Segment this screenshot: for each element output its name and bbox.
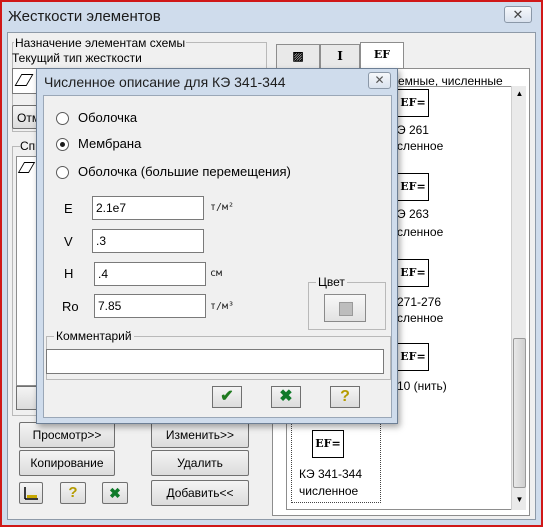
numeric-description-dialog: Численное описание для КЭ 341-344 ✕ Обол… [36, 68, 398, 424]
list-item-line1: Э 263 [397, 207, 429, 221]
main-help-button[interactable]: ? [60, 482, 86, 504]
add-button[interactable]: Добавить<< [151, 480, 249, 506]
dialog-help-button[interactable]: ? [330, 386, 360, 408]
comment-group-label: Комментарий [54, 329, 134, 343]
ef-icon: EF= [397, 173, 429, 201]
main-title: Жесткости элементов [8, 8, 161, 25]
selected-item-frame[interactable]: EF= КЭ 341-344 численное [291, 419, 381, 503]
dialog-title-bar: Численное описание для КЭ 341-344 [37, 69, 397, 95]
list-item-line1: КЭ 341-344 [299, 467, 362, 481]
param-e-label: E [64, 201, 73, 216]
radio-membrane-circle[interactable] [56, 138, 69, 151]
param-h-unit: см [210, 268, 223, 279]
param-ro-unit: т/м³ [210, 301, 235, 312]
radio-shell-large-label: Оболочка (большие перемещения) [78, 164, 291, 179]
radio-shell-label: Оболочка [78, 110, 138, 125]
tab-section[interactable]: ▨ [276, 44, 320, 68]
list-item-line2: сленное [397, 225, 444, 239]
ef-icon: EF= [397, 343, 429, 371]
param-ro-label: Ro [62, 299, 79, 314]
list-item-line1: 10 (нить) [397, 379, 447, 393]
ef-icon: EF= [397, 259, 429, 287]
view-button[interactable]: Просмотр>> [19, 422, 115, 448]
list-partial-button[interactable] [16, 386, 38, 410]
change-button[interactable]: Изменить>> [151, 422, 249, 448]
param-h-label: H [64, 266, 74, 281]
param-e-unit: т/м² [210, 202, 235, 213]
scroll-thumb[interactable] [513, 338, 526, 488]
main-cancel-button[interactable]: ✖ [102, 482, 128, 504]
scroll-up-icon[interactable]: ▲ [513, 86, 526, 101]
plate-icon [14, 74, 34, 86]
scroll-down-icon[interactable]: ▼ [513, 492, 526, 507]
tab-numeric[interactable]: EF [360, 42, 404, 70]
chart-icon [24, 487, 38, 500]
dialog-client-area: Оболочка Мембрана Оболочка (большие пере… [43, 95, 392, 418]
list-item-line2: сленное [397, 139, 444, 153]
radio-shell[interactable]: Оболочка [56, 110, 176, 128]
main-close-button[interactable]: ✕ [504, 6, 532, 23]
tab-beam[interactable]: I [320, 44, 360, 68]
radio-shell-large-circle[interactable] [56, 166, 69, 179]
param-ro-input[interactable]: 7.85 [94, 294, 206, 318]
param-v-label: V [64, 234, 73, 249]
list-item-line1: Э 261 [397, 123, 429, 137]
param-v-input[interactable]: .3 [92, 229, 204, 253]
list-item-line1: 271-276 [397, 295, 442, 309]
copy-button[interactable]: Копирование [19, 450, 115, 476]
list-item-line2: сленное [397, 311, 444, 325]
dialog-ok-button[interactable]: ✔ [212, 386, 242, 408]
color-button[interactable] [324, 294, 366, 322]
assignment-group-label: Назначение элементам схемы [14, 36, 187, 50]
radio-membrane[interactable]: Мембрана [56, 136, 176, 154]
list-scrollbar[interactable]: ▲ ▼ [511, 86, 526, 510]
radio-membrane-label: Мембрана [78, 136, 142, 151]
param-e-input[interactable]: 2.1e7 [92, 196, 204, 220]
color-group-label: Цвет [316, 275, 347, 289]
ef-icon: EF= [397, 89, 429, 117]
radio-shell-large[interactable]: Оболочка (большие перемещения) [56, 164, 336, 182]
plate-icon [17, 162, 36, 173]
chart-button[interactable] [19, 482, 43, 504]
dialog-close-button[interactable]: ✕ [368, 72, 391, 89]
list-item-line2: численное [299, 484, 359, 498]
color-swatch [339, 302, 353, 316]
dialog-cancel-button[interactable]: ✖ [271, 386, 301, 408]
ef-icon: EF= [312, 430, 344, 458]
current-type-label: Текущий тип жесткости [12, 51, 142, 65]
delete-button[interactable]: Удалить [151, 450, 249, 476]
param-h-input[interactable]: .4 [94, 262, 206, 286]
radio-shell-circle[interactable] [56, 112, 69, 125]
dialog-title: Численное описание для КЭ 341-344 [44, 74, 286, 90]
main-title-bar: Жесткости элементов [2, 2, 539, 32]
stiffness-list[interactable] [16, 156, 38, 386]
comment-input[interactable] [46, 349, 384, 374]
